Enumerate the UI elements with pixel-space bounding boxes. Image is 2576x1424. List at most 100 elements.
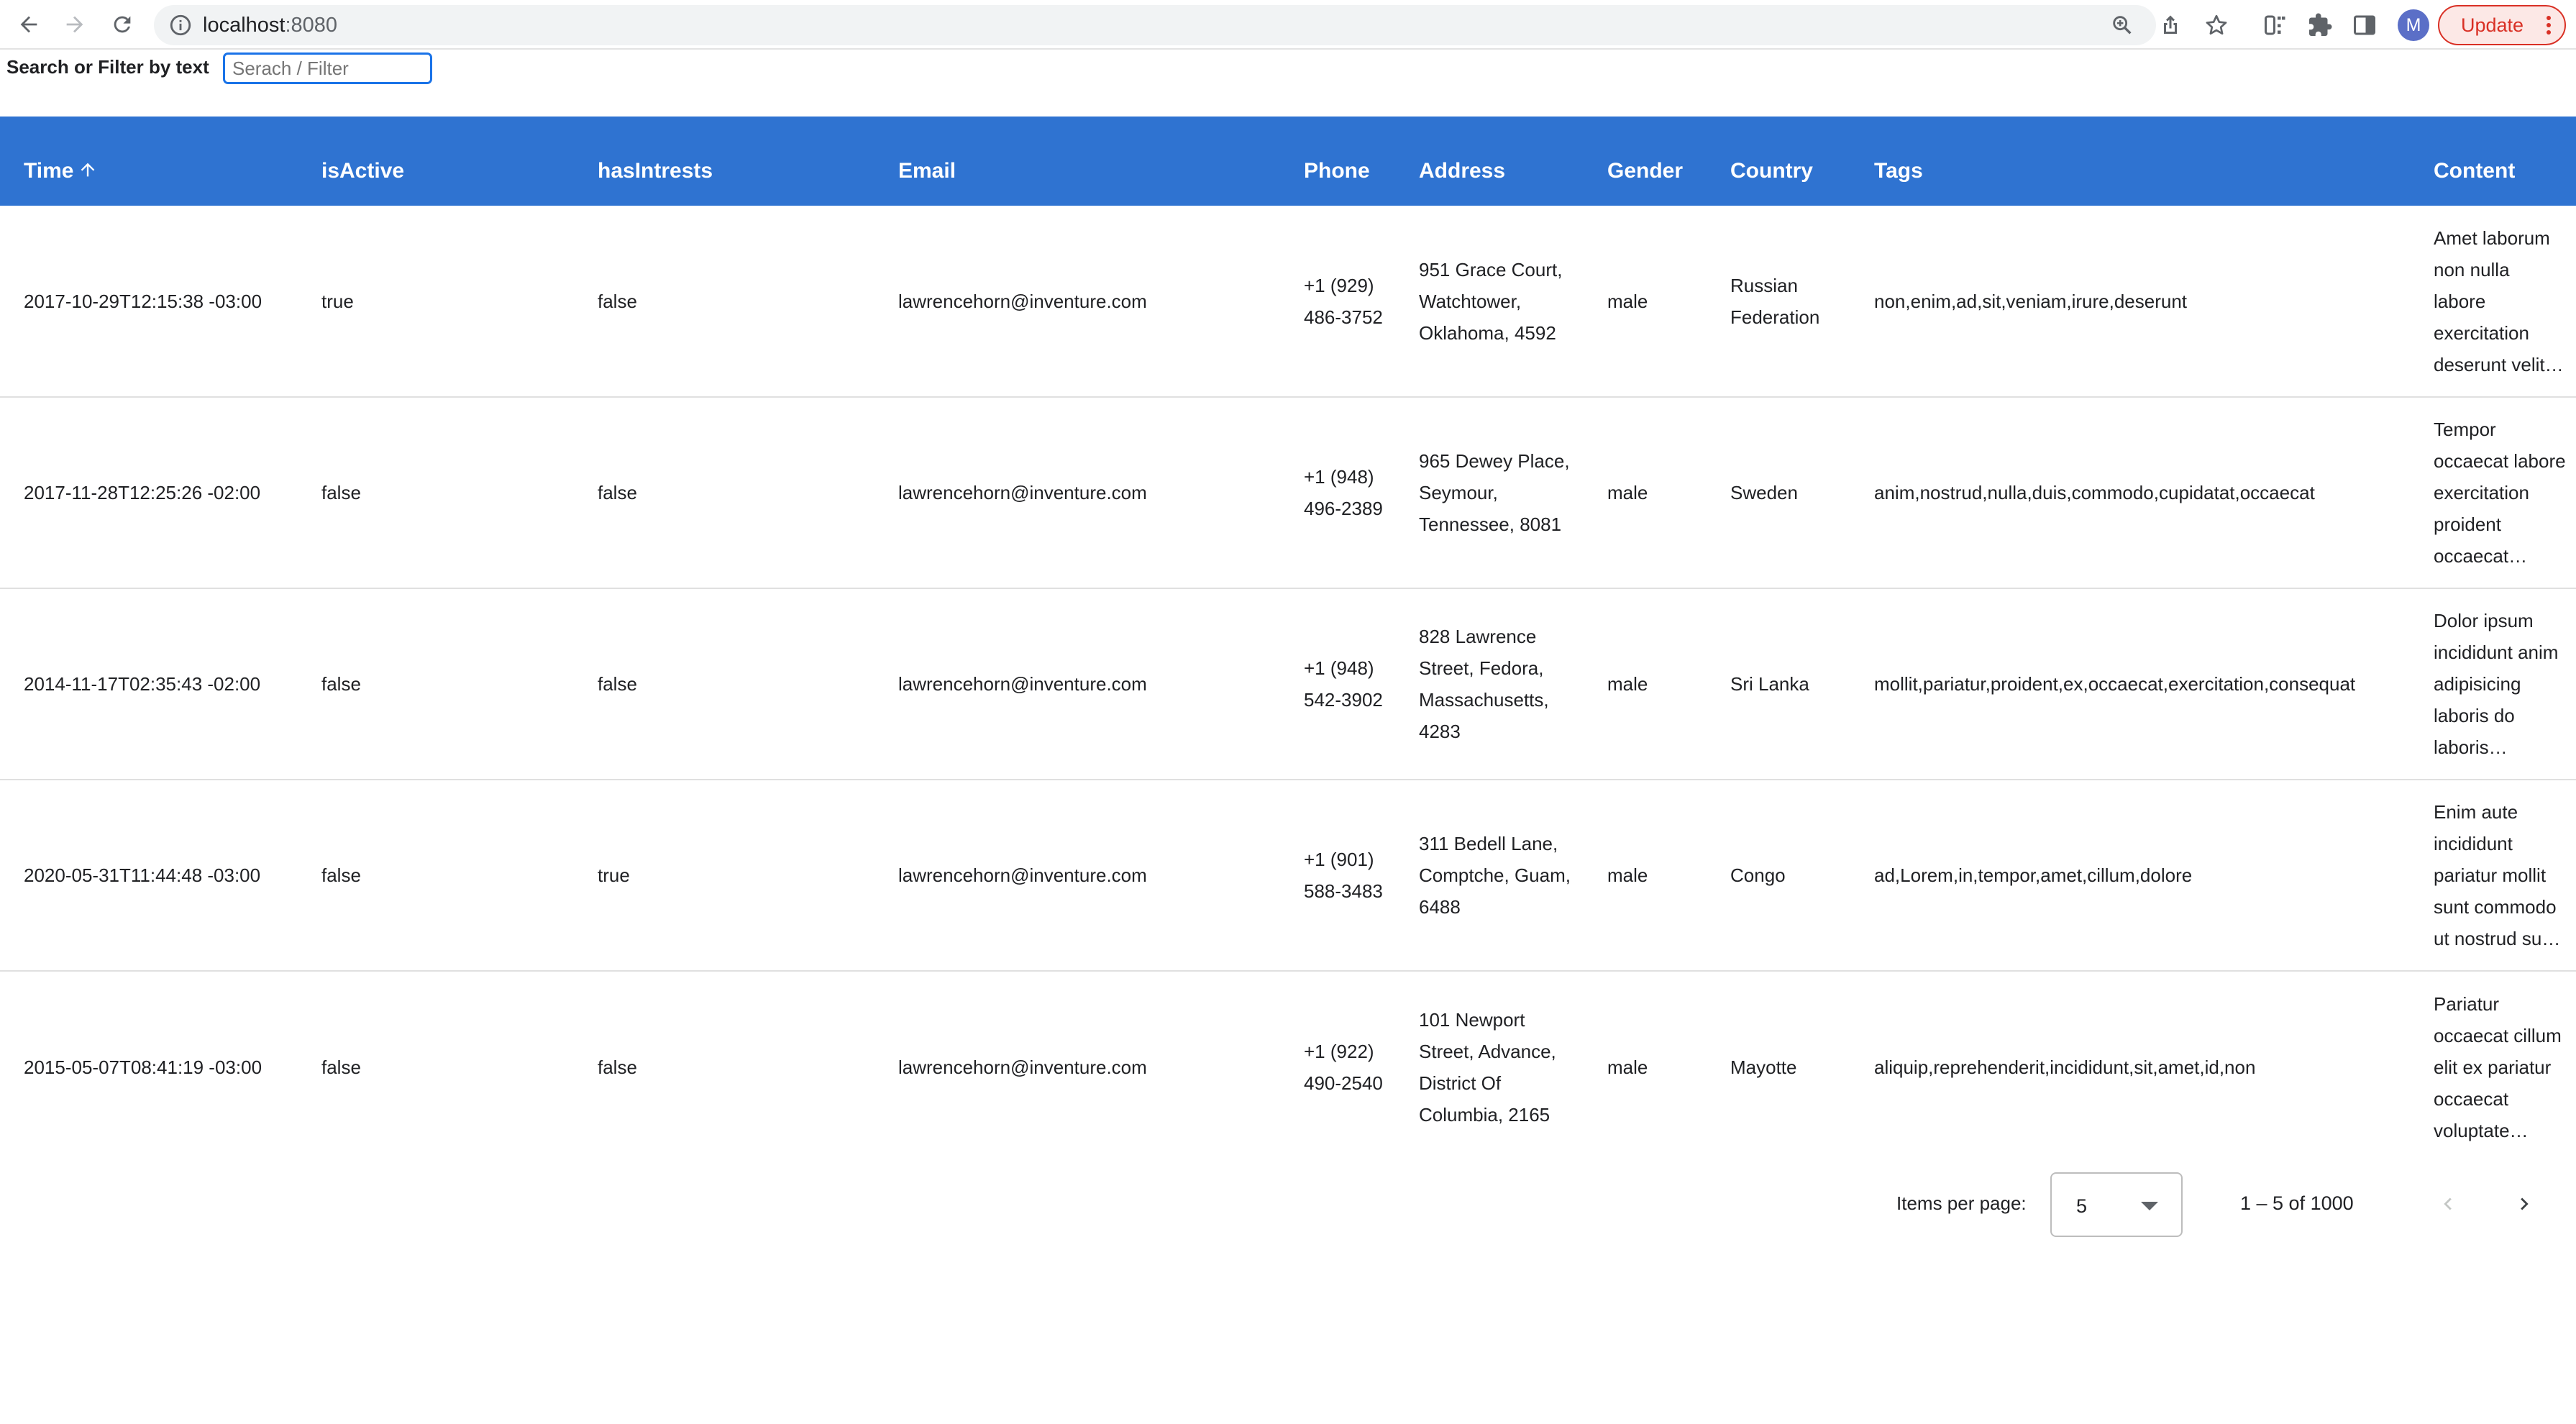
paginator: Items per page: 5 1 – 5 of 1000 [0,1165,2576,1244]
cell-content: Amet laborum non nulla labore exercitati… [2410,206,2576,397]
cell-isactive: false [321,1056,361,1078]
cell-country: Sweden [1730,482,1798,503]
cell-tags: non,enim,ad,sit,veniam,irure,deserunt [1874,290,2188,312]
filter-label: Search or Filter by text [6,56,209,78]
cell-content: Tempor occaecat labore exercitation proi… [2410,397,2576,588]
cell-gender: male [1607,864,1648,886]
cell-content: Dolor ipsum incididunt anim adipisicing … [2410,588,2576,780]
cell-time: 2014-11-17T02:35:43 -02:00 [24,673,261,695]
reload-button[interactable] [104,6,141,43]
cell-phone: +1 (901) 588-3483 [1304,849,1383,902]
cell-content: Enim aute incididunt pariatur mollit sun… [2410,780,2576,971]
cell-hasintrests: false [598,673,637,695]
cell-hasintrests: true [598,864,630,886]
cell-isactive: true [321,290,354,312]
cell-hasintrests: false [598,1056,637,1078]
column-header-phone[interactable]: Phone [1280,117,1395,206]
cell-tags: aliquip,reprehenderit,incididunt,sit,ame… [1874,1056,2256,1078]
url-port: :8080 [285,14,338,37]
cell-country: Sri Lanka [1730,673,1809,695]
cell-isactive: false [321,864,361,886]
address-bar[interactable]: localhost:8080 [154,5,2156,45]
share-icon[interactable] [2157,12,2183,38]
arrow-up-icon [81,163,95,177]
cell-tags: anim,nostrud,nulla,duis,commodo,cupidata… [1874,482,2315,503]
cell-tags: mollit,pariatur,proident,ex,occaecat,exe… [1874,673,2356,695]
items-per-page-select[interactable]: 5 [2050,1172,2183,1237]
previous-page-button[interactable] [2428,1184,2468,1224]
cell-hasintrests: false [598,290,637,312]
cell-content-text: Enim aute incididunt pariatur mollit sun… [2434,801,2561,949]
table-header-row: Time isActive hasIntrests Email Phone Ad… [0,117,2576,206]
cell-country: Russian Federation [1730,274,1820,328]
cell-isactive: false [321,482,361,503]
extension-icon[interactable] [2262,12,2288,38]
cell-content-text: Pariatur occaecat cillum elit ex pariatu… [2434,992,2562,1141]
column-header-email[interactable]: Email [874,117,1280,206]
cell-phone: +1 (929) 486-3752 [1304,274,1383,328]
arrow-right-icon [66,16,83,33]
update-label: Update [2461,14,2524,36]
zoom-icon[interactable] [2110,13,2134,37]
cell-address: 101 Newport Street, Advance, District Of… [1419,1008,1556,1126]
cell-phone: +1 (948) 496-2389 [1304,466,1383,519]
cell-tags: ad,Lorem,in,tempor,amet,cillum,dolore [1874,864,2193,886]
column-header-tags[interactable]: Tags [1850,117,2410,206]
items-per-page-label: Items per page: [1896,1192,2027,1214]
cell-gender: male [1607,482,1648,503]
range-label: 1 – 5 of 1000 [2240,1192,2354,1214]
cell-country: Congo [1730,864,1786,886]
column-header-content[interactable]: Content [2410,117,2576,206]
cell-email: lawrencehorn@inventure.com [898,673,1147,695]
cell-hasintrests: false [598,482,637,503]
cell-email: lawrencehorn@inventure.com [898,864,1147,886]
back-button[interactable] [10,6,47,43]
cell-phone: +1 (922) 490-2540 [1304,1040,1383,1094]
cell-content-text: Dolor ipsum incididunt anim adipisicing … [2434,610,2559,758]
column-header-isactive[interactable]: isActive [298,117,574,206]
cell-country: Mayotte [1730,1056,1797,1078]
side-panel-icon[interactable] [2352,12,2378,38]
browser-toolbar: localhost:8080 M Update [0,0,2576,50]
cell-isactive: false [321,673,361,695]
arrow-left-icon [20,16,37,33]
column-header-time[interactable]: Time [0,117,298,206]
data-table: Time isActive hasIntrests Email Phone Ad… [0,117,2576,1162]
search-input[interactable] [223,53,432,84]
column-header-country[interactable]: Country [1707,117,1850,206]
next-page-button[interactable] [2504,1184,2544,1224]
update-button[interactable]: Update [2438,5,2566,45]
column-header-address[interactable]: Address [1395,117,1584,206]
cell-content-text: Tempor occaecat labore exercitation proi… [2434,419,2566,567]
url-host: localhost [203,14,286,37]
cell-address: 311 Bedell Lane, Comptche, Guam, 6488 [1419,833,1571,918]
table-row: 2017-11-28T12:25:26 -02:00 false false l… [0,397,2576,588]
chevron-right-icon [2521,1197,2529,1210]
cell-time: 2017-10-29T12:15:38 -03:00 [24,290,262,312]
cell-address: 951 Grace Court, Watchtower, Oklahoma, 4… [1419,258,1563,344]
cell-content: Pariatur occaecat cillum elit ex pariatu… [2410,971,2576,1162]
column-header-hasintrests[interactable]: hasIntrests [574,117,874,206]
cell-address: 828 Lawrence Street, Fedora, Massachuset… [1419,626,1549,742]
forward-button[interactable] [56,6,93,43]
reload-icon [114,16,131,33]
column-header-gender[interactable]: Gender [1584,117,1707,206]
caret-down-icon [2141,1202,2158,1210]
cell-email: lawrencehorn@inventure.com [898,290,1147,312]
more-vert-icon [2547,16,2551,35]
chevron-left-icon [2444,1197,2452,1210]
cell-time: 2017-11-28T12:25:26 -02:00 [24,482,261,503]
profile-avatar[interactable]: M [2398,9,2429,41]
cell-address: 965 Dewey Place, Seymour, Tennessee, 808… [1419,450,1570,535]
cell-phone: +1 (948) 542-3902 [1304,657,1383,711]
table-row: 2017-10-29T12:15:38 -03:00 true false la… [0,206,2576,397]
cell-email: lawrencehorn@inventure.com [898,1056,1147,1078]
puzzle-icon[interactable] [2307,12,2333,38]
star-icon[interactable] [2203,12,2229,38]
table-row: 2020-05-31T11:44:48 -03:00 false true la… [0,780,2576,971]
cell-email: lawrencehorn@inventure.com [898,482,1147,503]
info-icon[interactable] [168,13,193,37]
items-per-page-value: 5 [2076,1195,2088,1217]
cell-time: 2015-05-07T08:41:19 -03:00 [24,1056,262,1078]
cell-content-text: Amet laborum non nulla labore exercitati… [2434,227,2564,375]
